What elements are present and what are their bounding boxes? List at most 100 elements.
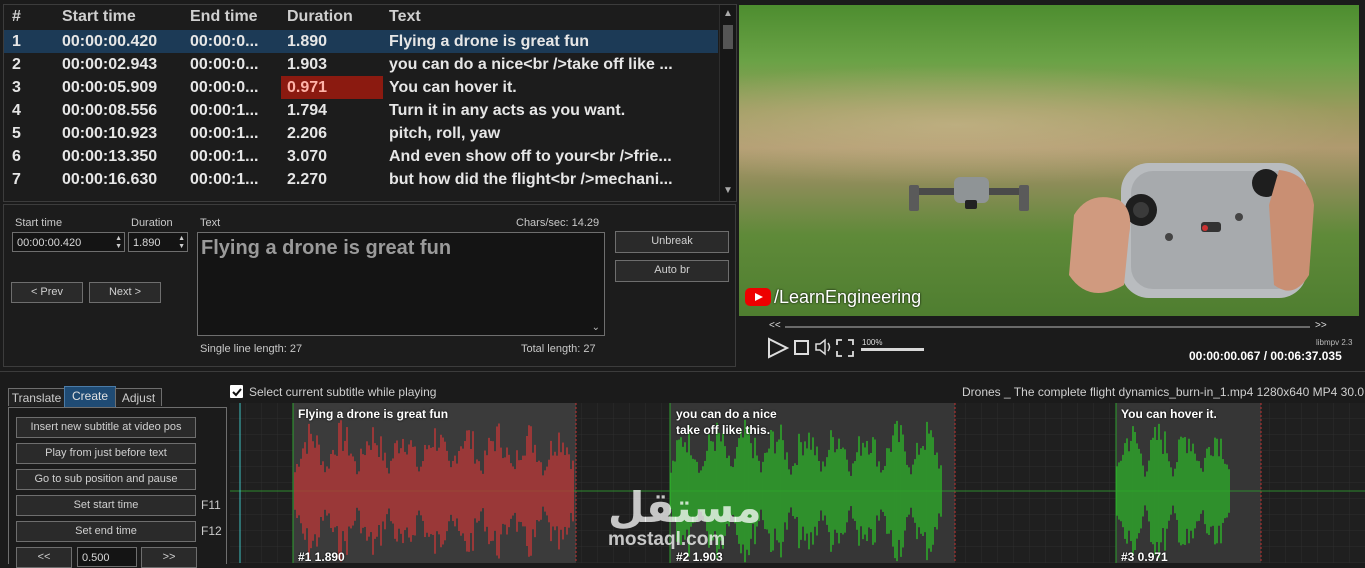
table-row[interactable]: 2 00:00:02.943 00:00:0... 1.903 you can … [4,53,718,76]
col-header-end[interactable]: End time [190,8,258,26]
row-number: 7 [12,171,21,188]
rewind-icon[interactable]: << [769,320,781,331]
set-start-time-button[interactable]: Set start time [16,495,196,516]
start-time-label: Start time [15,217,63,229]
volume-icon[interactable] [814,338,834,356]
prev-button[interactable]: < Prev [11,282,83,303]
volume-slider[interactable] [861,348,924,351]
player-engine: libmpv 2.3 [1316,338,1353,347]
table-row[interactable]: 5 00:00:10.923 00:00:1... 2.206 pitch, r… [4,122,718,145]
table-row[interactable]: 7 00:00:16.630 00:00:1... 2.270 but how … [4,168,718,191]
col-header-text[interactable]: Text [389,8,421,26]
duration-input[interactable]: 1.890 ▲ ▼ [128,232,188,252]
table-row[interactable]: 1 00:00:00.420 00:00:0... 1.890 Flying a… [4,30,718,53]
row-number: 1 [12,33,21,50]
insert-subtitle-button[interactable]: Insert new subtitle at video pos [16,417,196,438]
step-seconds-input[interactable]: 0.500 [77,547,137,567]
start-time-input[interactable]: 00:00:00.420 ▲ ▼ [12,232,125,252]
grid-scrollbar[interactable]: ▲ ▼ [719,5,736,201]
stop-icon[interactable] [794,340,810,356]
audio-waveform[interactable]: Flying a drone is great fun you can do a… [230,403,1365,563]
col-header-start[interactable]: Start time [62,8,136,26]
play-icon[interactable] [766,337,790,359]
segment-3-tag: #3 0.971 [1121,550,1168,563]
set-end-shortcut: F12 [201,524,222,538]
tab-adjust[interactable]: Adjust [115,388,162,406]
row-start: 00:00:00.420 [62,33,158,50]
play-before-text-button[interactable]: Play from just before text [16,443,196,464]
row-end: 00:00:1... [190,125,259,142]
row-text: Turn it in any acts as you want. [389,102,626,119]
row-text: You can hover it. [389,79,517,96]
video-watermark: /LearnEngineering [774,287,922,307]
scroll-up-icon[interactable]: ▲ [720,8,736,19]
segment-3-text: You can hover it. [1121,407,1217,421]
auto-br-button[interactable]: Auto br [615,260,729,282]
set-start-shortcut: F11 [201,498,221,512]
table-row[interactable]: 4 00:00:08.556 00:00:1... 1.794 Turn it … [4,99,718,122]
chars-per-sec: Chars/sec: 14.29 [516,217,600,229]
table-row[interactable]: 3 00:00:05.909 00:00:0... 0.971 You can … [4,76,718,99]
volume-level: 100% [862,338,883,347]
tab-create[interactable]: Create [64,386,116,407]
row-start: 00:00:16.630 [62,171,158,188]
segment-2-tag: #2 1.903 [676,550,723,563]
row-start: 00:00:05.909 [62,79,158,96]
controller-icon [1069,163,1314,298]
seek-bar[interactable] [785,326,1310,328]
row-end: 00:00:0... [190,56,259,73]
col-header-number[interactable]: # [12,8,21,26]
video-frame [909,163,1314,298]
media-file-info: Drones _ The complete flight dynamics_bu… [962,385,1365,399]
video-player[interactable]: /LearnEngineering [739,5,1359,316]
set-end-time-button[interactable]: Set end time [16,521,196,542]
grid-header: # Start time End time Duration Text [4,5,718,28]
select-while-playing-label: Select current subtitle while playing [249,385,437,399]
drone-icon [909,177,1029,211]
step-back-button[interactable]: << [16,547,72,568]
scroll-down-icon[interactable]: ▼ [720,185,736,196]
spin-arrows-icon[interactable]: ▲ ▼ [115,235,122,251]
create-panel: Insert new subtitle at video pos Play fr… [8,407,227,568]
row-number: 4 [12,102,21,119]
text-label: Text [200,217,221,229]
next-button[interactable]: Next > [89,282,161,303]
segment-2-text: you can do a nice [676,407,777,421]
unbreak-button[interactable]: Unbreak [615,231,729,253]
row-number: 5 [12,125,21,142]
fullscreen-icon[interactable] [836,339,854,357]
subtitle-grid[interactable]: # Start time End time Duration Text 1 00… [3,4,737,202]
spin-arrows-icon[interactable]: ▲ ▼ [178,235,185,251]
tab-translate[interactable]: Translate [8,388,65,406]
row-end: 00:00:1... [190,171,259,188]
row-start: 00:00:02.943 [62,56,158,73]
fast-forward-icon[interactable]: >> [1315,320,1327,331]
segment-1-text: Flying a drone is great fun [298,407,449,421]
goto-sub-position-button[interactable]: Go to sub position and pause [16,469,196,490]
row-number: 2 [12,56,21,73]
step-seconds-value: 0.500 [82,552,110,564]
row-end: 00:00:0... [190,79,259,96]
col-header-duration[interactable]: Duration [287,8,353,26]
table-row[interactable]: 6 00:00:13.350 00:00:1... 3.070 And even… [4,145,718,168]
row-end: 00:00:1... [190,148,259,165]
step-forward-button[interactable]: >> [141,547,197,568]
row-duration: 2.270 [287,171,328,188]
scroll-thumb[interactable] [723,25,733,49]
row-text: And even show off to your<br />frie... [389,148,672,165]
row-duration-warning: 0.971 [281,76,383,99]
subtitle-text-input[interactable]: Flying a drone is great fun ⌄ [197,232,605,336]
chevron-down-icon[interactable]: ⌄ [592,322,600,333]
row-number: 6 [12,148,21,165]
select-while-playing-checkbox[interactable] [230,385,243,398]
segment-2-text-line2: take off like this. [676,423,771,437]
subtitle-editor: Start time 00:00:00.420 ▲ ▼ Duration 1.89… [3,204,736,367]
row-number: 3 [12,79,21,96]
row-start: 00:00:08.556 [62,102,158,119]
row-duration: 2.206 [287,125,328,142]
total-length: Total length: 27 [521,343,596,355]
single-line-length: Single line length: 27 [200,343,303,355]
video-time: 00:00:00.067 / 00:06:37.035 [1189,349,1342,363]
row-text: pitch, roll, yaw [389,125,501,142]
segment-1-tag: #1 1.890 [298,550,345,563]
